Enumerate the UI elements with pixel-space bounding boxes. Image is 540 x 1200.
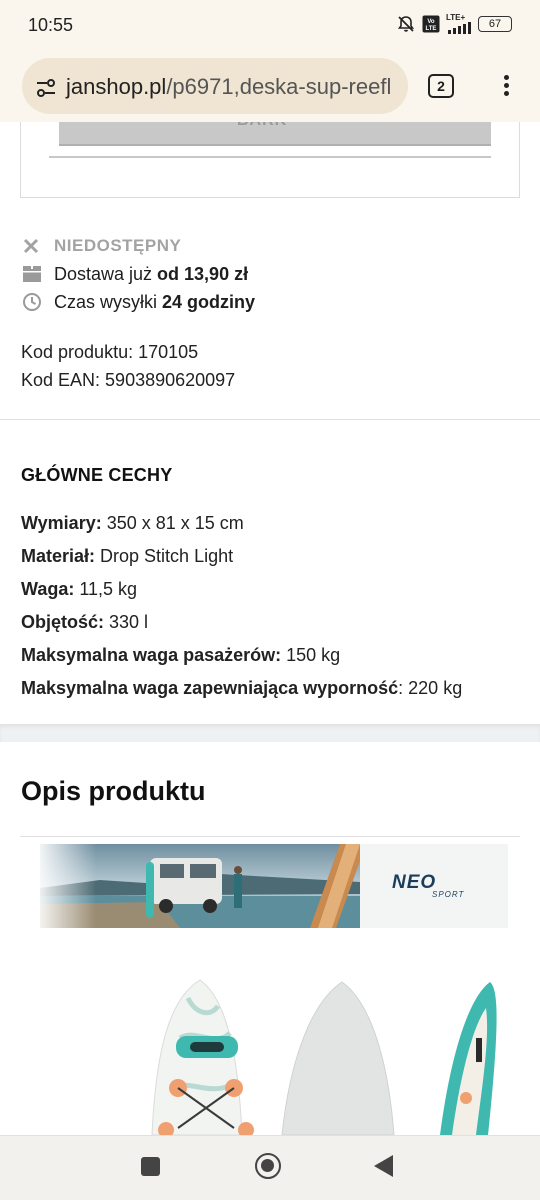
delivery-row: Dostawa już od 13,90 zł: [22, 260, 255, 288]
feature-value: Drop Stitch Light: [95, 546, 234, 566]
mute-icon: [397, 16, 415, 32]
address-bar[interactable]: janshop.pl/p6971,deska-sup-reefl: [22, 58, 408, 114]
product-codes: Kod produktu: 170105 Kod EAN: 5903890620…: [21, 338, 235, 394]
status-bar: 10:55 Vo LTE LTE+ 67: [0, 0, 540, 52]
feature-label: Wymiary:: [21, 513, 102, 533]
tab-switcher-button[interactable]: 2: [428, 74, 454, 98]
volte-icon: Vo LTE: [422, 15, 440, 33]
feature-item: Waga: 11,5 kg: [21, 573, 462, 606]
box-divider: [49, 156, 491, 158]
feature-item: Materiał: Drop Stitch Light: [21, 540, 462, 573]
network-type: LTE+: [446, 13, 466, 22]
box-icon: [23, 266, 41, 282]
shipping-value: 24 godziny: [162, 291, 256, 312]
section-separator: [0, 724, 540, 742]
battery-level: 67: [488, 18, 502, 30]
back-button[interactable]: [374, 1155, 393, 1177]
feature-item: Maksymalna waga pasażerów: 150 kg: [21, 639, 462, 672]
feature-item: Maksymalna waga zapewniająca wyporność: …: [21, 672, 462, 705]
product-code: Kod produktu: 170105: [21, 342, 199, 362]
url-domain: janshop.pl: [66, 74, 167, 99]
availability-status-row: NIEDOSTĘPNY: [22, 232, 255, 260]
feature-item: Objętość: 330 l: [21, 606, 462, 639]
description-title: Opis produktu: [21, 776, 206, 806]
feature-label: Materiał:: [21, 546, 96, 566]
status-time: 10:55: [28, 15, 74, 35]
product-boards-image: [20, 978, 520, 1135]
feature-item: Wymiary: 350 x 81 x 15 cm: [21, 507, 462, 540]
status-icons: Vo LTE LTE+ 67: [396, 14, 512, 34]
features-list: Wymiary: 350 x 81 x 15 cm Materiał: Drop…: [21, 507, 462, 705]
brand-logo: NEO: [392, 872, 437, 893]
availability-status: NIEDOSTĘPNY: [54, 236, 182, 255]
feature-value: 330 l: [104, 612, 149, 632]
feature-label: Objętość:: [21, 612, 105, 632]
brand-logo-sub: SPORT: [432, 890, 465, 899]
availability-info: NIEDOSTĘPNY Dostawa już od 13,90 zł Czas…: [22, 232, 255, 316]
clock-icon: [23, 293, 41, 311]
feature-label: Maksymalna waga zapewniająca wyporność: [21, 678, 399, 698]
home-button[interactable]: [255, 1153, 281, 1179]
recent-apps-button[interactable]: [141, 1157, 160, 1176]
shipping-time-row: Czas wysyłki 24 godziny: [22, 288, 255, 316]
svg-text:Vo: Vo: [427, 19, 435, 25]
feature-value: 11,5 kg: [74, 579, 138, 599]
shipping-prefix: Czas wysyłki: [54, 291, 163, 312]
feature-label: Maksymalna waga pasażerów:: [21, 645, 282, 665]
url-path: /p6971,deska-sup-reefl: [166, 74, 392, 99]
banner-photo: [40, 844, 508, 928]
product-banner-image: NEO SPORT: [40, 844, 508, 928]
menu-icon[interactable]: [496, 72, 516, 102]
system-nav-bar: [0, 1135, 540, 1200]
delivery-prefix: Dostawa już: [54, 263, 158, 284]
svg-text:LTE: LTE: [426, 26, 437, 32]
features-title: GŁÓWNE CECHY: [21, 465, 173, 485]
delivery-value: od 13,90 zł: [157, 263, 249, 284]
browser-toolbar: janshop.pl/p6971,deska-sup-reefl 2: [0, 52, 540, 122]
feature-value: : 220 kg: [398, 678, 463, 698]
cart-button-label: BARK: [237, 122, 287, 130]
feature-label: Waga:: [21, 579, 75, 599]
battery-icon: 67: [478, 16, 512, 32]
site-settings-icon[interactable]: [34, 76, 58, 100]
add-to-cart-box: BARK: [20, 122, 520, 198]
url-text[interactable]: janshop.pl/p6971,deska-sup-reefl: [66, 74, 391, 100]
close-icon: [23, 238, 39, 254]
section-divider: [0, 419, 540, 420]
feature-value: 350 x 81 x 15 cm: [101, 513, 244, 533]
ean-code: Kod EAN: 5903890620097: [21, 370, 236, 390]
description-divider: [20, 836, 520, 837]
cart-button[interactable]: BARK: [59, 122, 491, 146]
boards-photo: [151, 979, 497, 1135]
feature-value: 150 kg: [281, 645, 341, 665]
signal-icon: [448, 22, 471, 34]
